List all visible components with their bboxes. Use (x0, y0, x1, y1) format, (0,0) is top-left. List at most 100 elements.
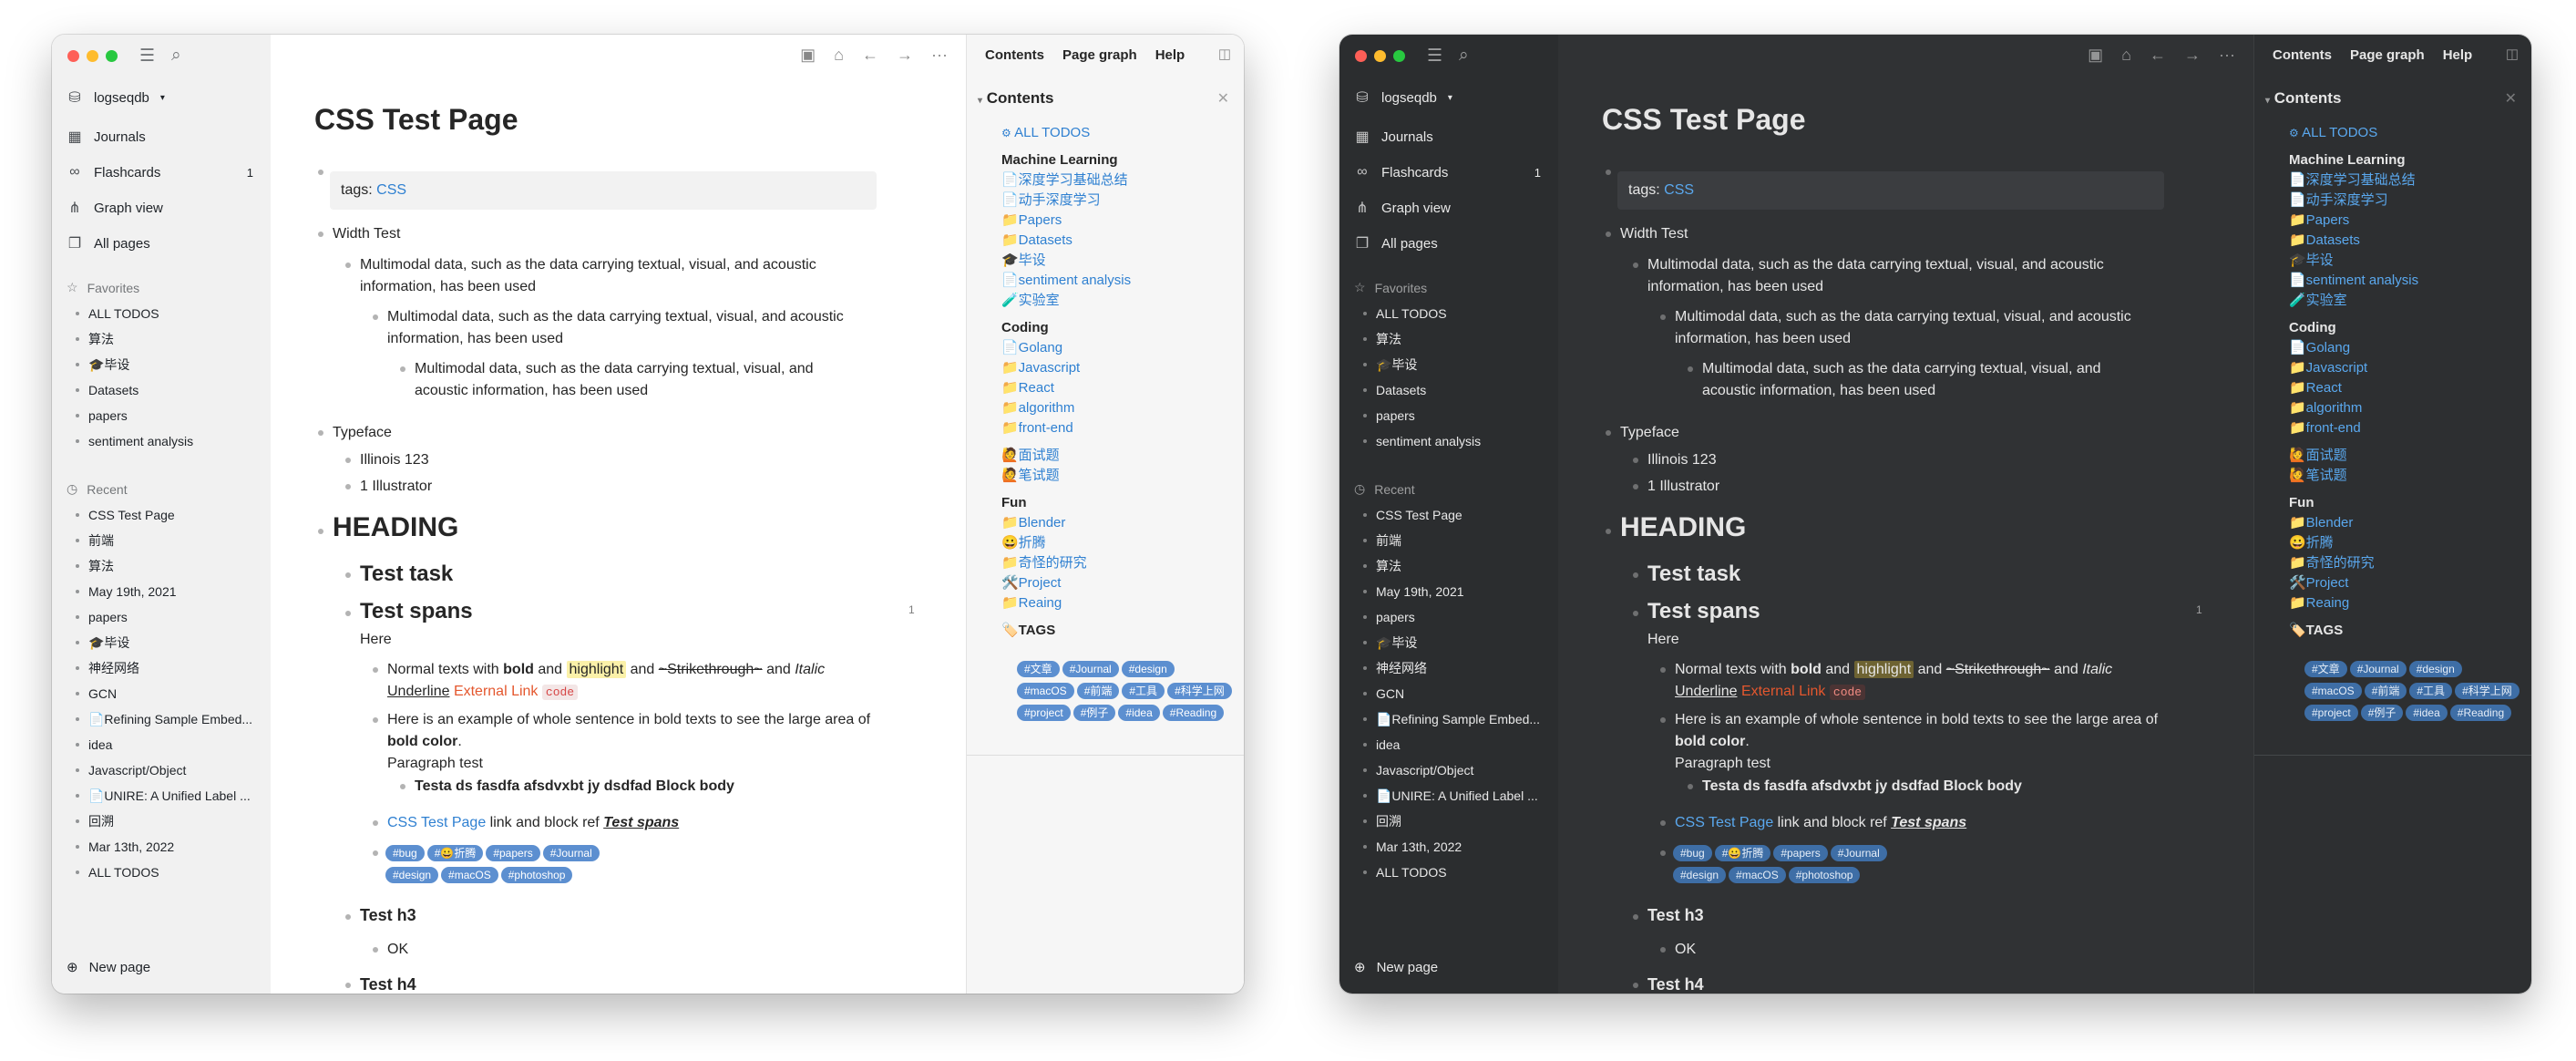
toc-item[interactable]: 🎓毕设 (2289, 251, 2418, 271)
forward-icon[interactable]: → (2184, 46, 2201, 65)
block-testa[interactable]: Testa ds fasdfa afsdvxbt jy dsdfad Block… (415, 776, 734, 798)
toggle-right-sidebar-icon[interactable]: ◫ (2506, 46, 2519, 62)
favorite-item[interactable]: Datasets (74, 377, 256, 403)
block-test-h3[interactable]: Test h3 (1647, 904, 1704, 926)
maximize-window-button[interactable] (106, 50, 118, 62)
toc-item[interactable]: 🧪实验室 (2289, 291, 2418, 311)
recent-item[interactable]: idea (1361, 732, 1544, 757)
favorite-item[interactable]: ALL TODOS (74, 301, 256, 326)
block-here[interactable]: Here (1647, 629, 1679, 651)
back-icon[interactable]: ← (862, 46, 878, 65)
nav-flashcards[interactable]: ∞ Flashcards 1 (67, 160, 253, 184)
bullet[interactable] (345, 458, 351, 463)
toc-item[interactable]: 📁Blender (2289, 513, 2418, 533)
bullet[interactable] (1660, 314, 1666, 320)
recent-header[interactable]: ◷ Recent (67, 481, 128, 497)
bullet[interactable] (1633, 983, 1638, 988)
nav-journals[interactable]: ▦ Journals (1354, 125, 1541, 149)
bullet[interactable] (373, 667, 378, 673)
block-width-test[interactable]: Width Test (1620, 223, 1688, 245)
favorites-header[interactable]: ☆ Favorites (67, 280, 139, 295)
toc-item[interactable]: ⚙ ALL TODOS (1001, 123, 1131, 143)
menu-icon[interactable]: ☰ (139, 46, 155, 67)
toc-item[interactable]: 📁front-end (1001, 418, 1131, 438)
toc-item[interactable]: 📄Golang (2289, 338, 2418, 358)
tab-help[interactable]: Help (1155, 47, 1185, 63)
toc-item[interactable]: 😀折腾 (1001, 533, 1131, 553)
search-icon[interactable]: ⌕ (171, 46, 181, 67)
recent-item[interactable]: 算法 (74, 553, 256, 579)
toggle-right-sidebar-icon[interactable]: ◫ (1218, 46, 1231, 62)
block-normal-texts[interactable]: Normal texts with bold and highlight and… (387, 659, 898, 704)
bullet[interactable] (400, 784, 405, 789)
toc-section[interactable]: Fun (2289, 493, 2418, 513)
back-icon[interactable]: ← (2150, 46, 2166, 65)
toc-item[interactable]: 📄sentiment analysis (1001, 271, 1131, 291)
recent-item[interactable]: GCN (74, 681, 256, 706)
nav-graph-view[interactable]: ⋔ Graph view (67, 196, 253, 220)
bullet[interactable] (1688, 784, 1693, 789)
toc-item[interactable]: 🛠️Project (2289, 573, 2418, 593)
toc-item[interactable]: 📄动手深度学习 (2289, 191, 2418, 211)
contents-heading[interactable]: ▾ Contents (2265, 89, 2341, 108)
tag-link[interactable]: CSS (376, 182, 406, 198)
toc-item[interactable]: 📁algorithm (2289, 398, 2418, 418)
block-ref[interactable]: Test spans (603, 815, 679, 830)
block-test-h3[interactable]: Test h3 (360, 904, 416, 926)
close-window-button[interactable] (67, 50, 79, 62)
block-multimodal-1[interactable]: Multimodal data, such as the data carryi… (1647, 254, 2104, 298)
menu-icon[interactable]: ☰ (1427, 46, 1442, 67)
task-bullet[interactable] (345, 572, 351, 578)
block-ref[interactable]: Test spans (1891, 815, 1966, 830)
block-test-task[interactable]: Test task (360, 560, 453, 589)
tags-property[interactable]: tags: CSS (1617, 171, 2164, 210)
block-tags[interactable]: #bug #😀折腾 #papers #Journal #design #macOS #ph… (385, 842, 602, 886)
more-icon[interactable]: ··· (931, 46, 948, 65)
favorite-item[interactable]: sentiment analysis (1361, 428, 1544, 454)
recent-item[interactable]: CSS Test Page (74, 502, 256, 528)
recent-item[interactable]: 神经网络 (1361, 655, 1544, 681)
maximize-window-button[interactable] (1393, 50, 1405, 62)
toc-item[interactable]: 🛠️Project (1001, 573, 1131, 593)
block-typeface[interactable]: Typeface (333, 422, 392, 444)
nav-journals[interactable]: ▦ Journals (67, 125, 253, 149)
toc-item[interactable]: 😀折腾 (2289, 533, 2418, 553)
toc-item[interactable]: 📁algorithm (1001, 398, 1131, 418)
toc-item[interactable]: 📄深度学习基础总结 (1001, 170, 1131, 191)
toc-item[interactable]: 📄深度学习基础总结 (2289, 170, 2418, 191)
toc-item[interactable]: 🙋面试题 (1001, 446, 1131, 466)
block-heading[interactable]: HEADING (1620, 511, 1746, 544)
calendar-today-icon[interactable]: ▣ (2088, 46, 2103, 65)
block-illinois[interactable]: Illinois 123 (360, 449, 429, 471)
toc-section[interactable]: Machine Learning (2289, 150, 2418, 170)
page-link[interactable]: CSS Test Page (1675, 815, 1773, 830)
toc-item[interactable]: 📁奇怪的研究 (1001, 553, 1131, 573)
toc-section[interactable]: Coding (2289, 318, 2418, 338)
block-test-h4[interactable]: Test h4 (1647, 973, 1704, 994)
favorite-item[interactable]: 🎓毕设 (74, 352, 256, 377)
tab-contents[interactable]: Contents (2273, 47, 2332, 63)
recent-header[interactable]: ◷ Recent (1354, 481, 1415, 497)
block-illinois[interactable]: Illinois 123 (1647, 449, 1717, 471)
block-link-ref[interactable]: CSS Test Page link and block ref Test sp… (1675, 812, 1966, 834)
block-multimodal-3[interactable]: Multimodal data, such as the data carryi… (415, 358, 814, 402)
block-typeface[interactable]: Typeface (1620, 422, 1679, 444)
recent-item[interactable]: 🎓毕设 (1361, 630, 1544, 655)
nav-graph-view[interactable]: ⋔ Graph view (1354, 196, 1541, 220)
new-page-button[interactable]: ⊕ New page (67, 959, 150, 976)
tag-link[interactable]: CSS (1664, 182, 1694, 198)
tab-page-graph[interactable]: Page graph (2350, 47, 2425, 63)
block-illustrator[interactable]: 1 Illustrator (360, 476, 432, 498)
toc-item[interactable]: ⚙ ALL TODOS (2289, 123, 2418, 143)
block-test-spans[interactable]: Test spans (360, 597, 473, 626)
block-multimodal-2[interactable]: Multimodal data, such as the data carryi… (387, 306, 844, 350)
bullet[interactable] (373, 717, 378, 723)
recent-item[interactable]: papers (1361, 604, 1544, 630)
recent-item[interactable]: Mar 13th, 2022 (1361, 834, 1544, 860)
toc-item[interactable]: 📁React (1001, 378, 1131, 398)
page-title[interactable]: CSS Test Page (1602, 103, 1805, 137)
toc-item[interactable]: 📁Reaing (2289, 593, 2418, 613)
search-icon[interactable]: ⌕ (1459, 46, 1469, 67)
toc-section[interactable]: Fun (1001, 493, 1131, 513)
toc-item[interactable]: 🙋面试题 (2289, 446, 2418, 466)
